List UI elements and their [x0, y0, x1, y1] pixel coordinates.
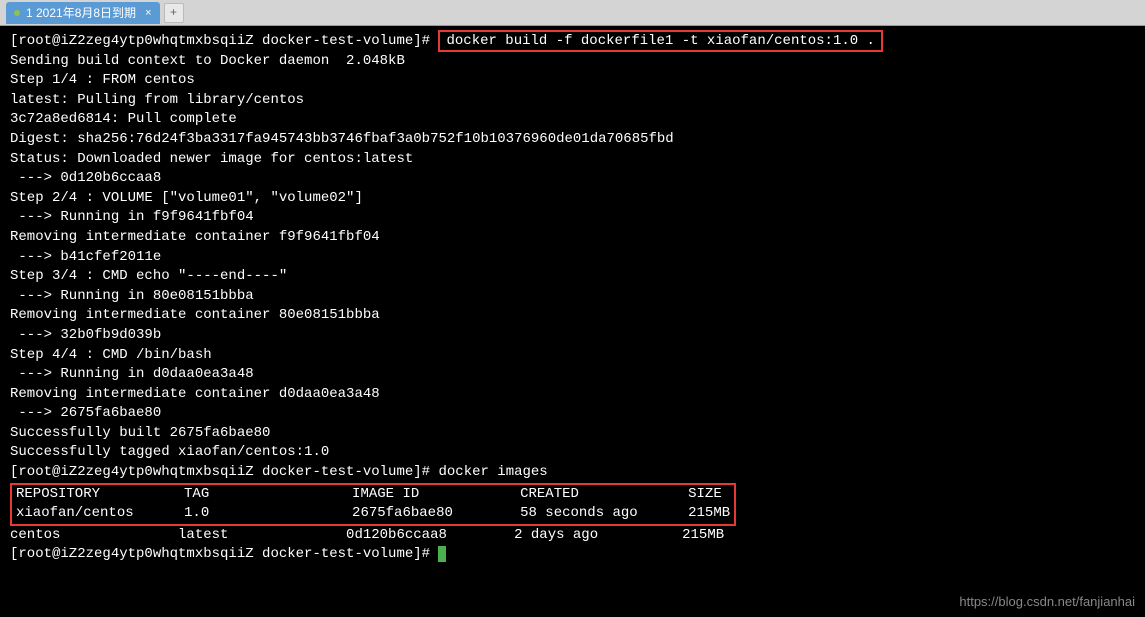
table-row: centos latest 0d120b6ccaa8 2 days ago 21…: [10, 526, 1135, 546]
output-line: Status: Downloaded newer image for cento…: [10, 150, 1135, 170]
output-line: Removing intermediate container d0daa0ea…: [10, 385, 1135, 405]
output-line: 3c72a8ed6814: Pull complete: [10, 110, 1135, 130]
table-header: REPOSITORY TAG IMAGE ID CREATED SIZE: [16, 486, 722, 502]
output-line: latest: Pulling from library/centos: [10, 91, 1135, 111]
output-line: Removing intermediate container f9f9641f…: [10, 228, 1135, 248]
shell-prompt: [root@iZ2zeg4ytp0whqtmxbsqiiZ docker-tes…: [10, 546, 438, 562]
output-line: ---> b41cfef2011e: [10, 248, 1135, 268]
terminal-output[interactable]: [root@iZ2zeg4ytp0whqtmxbsqiiZ docker-tes…: [0, 26, 1145, 617]
images-command: docker images: [438, 464, 547, 480]
output-line: Sending build context to Docker daemon 2…: [10, 52, 1135, 72]
output-line: ---> 0d120b6ccaa8: [10, 169, 1135, 189]
output-line: Step 4/4 : CMD /bin/bash: [10, 346, 1135, 366]
output-line: ---> 2675fa6bae80: [10, 404, 1135, 424]
table-header-highlight: REPOSITORY TAG IMAGE ID CREATED SIZE xia…: [10, 483, 736, 526]
shell-prompt: [root@iZ2zeg4ytp0whqtmxbsqiiZ docker-tes…: [10, 464, 438, 480]
output-line: Step 3/4 : CMD echo "----end----": [10, 267, 1135, 287]
output-line: ---> 32b0fb9d039b: [10, 326, 1135, 346]
output-line: Successfully built 2675fa6bae80: [10, 424, 1135, 444]
tab-bar: 1 2021年8月8日到期 × +: [0, 0, 1145, 26]
output-line: Step 2/4 : VOLUME ["volume01", "volume02…: [10, 189, 1135, 209]
tab-title: 1 2021年8月8日到期: [26, 4, 136, 21]
build-command-highlight: docker build -f dockerfile1 -t xiaofan/c…: [438, 30, 882, 52]
watermark-text: https://blog.csdn.net/fanjianhai: [959, 593, 1135, 611]
terminal-tab[interactable]: 1 2021年8月8日到期 ×: [6, 2, 160, 24]
output-line: ---> Running in d0daa0ea3a48: [10, 365, 1135, 385]
output-line: Step 1/4 : FROM centos: [10, 71, 1135, 91]
close-icon[interactable]: ×: [145, 7, 151, 19]
cursor-icon: [438, 546, 446, 562]
output-line: Successfully tagged xiaofan/centos:1.0: [10, 443, 1135, 463]
shell-prompt: [root@iZ2zeg4ytp0whqtmxbsqiiZ docker-tes…: [10, 33, 438, 49]
status-dot-icon: [14, 10, 20, 16]
output-line: Digest: sha256:76d24f3ba3317fa945743bb37…: [10, 130, 1135, 150]
output-line: ---> Running in 80e08151bbba: [10, 287, 1135, 307]
output-line: Removing intermediate container 80e08151…: [10, 306, 1135, 326]
new-tab-button[interactable]: +: [164, 3, 184, 23]
table-row: xiaofan/centos 1.0 2675fa6bae80 58 secon…: [16, 505, 730, 521]
output-line: ---> Running in f9f9641fbf04: [10, 208, 1135, 228]
